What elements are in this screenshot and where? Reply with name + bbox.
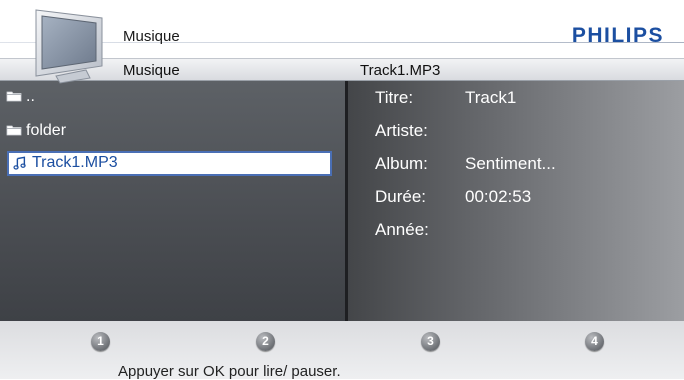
color-key-3-button[interactable]: 3 bbox=[421, 332, 440, 351]
info-key: Durée: bbox=[375, 187, 427, 206]
list-item-selected-track[interactable]: Track1.MP3 bbox=[7, 151, 332, 176]
footer-bar: 1 2 3 4 Appuyer sur OK pour lire/ pauser… bbox=[0, 321, 684, 380]
list-item-label: folder bbox=[26, 122, 67, 139]
music-note-icon bbox=[13, 156, 26, 170]
track-info-panel: Titre: Track1 Artiste: Album: Sentiment.… bbox=[348, 81, 684, 321]
folder-icon bbox=[6, 125, 22, 136]
color-key-1-button[interactable]: 1 bbox=[91, 332, 110, 351]
list-item-folder[interactable]: folder bbox=[0, 119, 345, 143]
info-key: Année: bbox=[375, 220, 429, 239]
breadcrumb-folder: Musique bbox=[123, 62, 180, 79]
tv-icon bbox=[35, 9, 103, 84]
header-title: Musique bbox=[123, 28, 180, 45]
list-item-label: Track1.MP3 bbox=[32, 154, 118, 171]
breadcrumb-file: Track1.MP3 bbox=[360, 62, 441, 79]
info-key: Titre: bbox=[375, 88, 414, 107]
brand-logo: PHILIPS bbox=[571, 24, 664, 47]
info-value: 00:02:53 bbox=[465, 187, 532, 206]
list-item-label: .. bbox=[26, 88, 35, 105]
info-key: Artiste: bbox=[375, 121, 428, 140]
color-key-4-button[interactable]: 4 bbox=[585, 332, 604, 351]
list-item-parent[interactable]: .. bbox=[0, 85, 345, 109]
file-browser: .. folder Track1.MP3 bbox=[0, 81, 345, 321]
info-key: Album: bbox=[375, 154, 428, 173]
color-key-2-button[interactable]: 2 bbox=[256, 332, 275, 351]
help-hint: Appuyer sur OK pour lire/ pauser. bbox=[118, 363, 341, 380]
folder-icon bbox=[6, 91, 22, 102]
info-value: Sentiment... bbox=[465, 154, 556, 173]
info-value: Track1 bbox=[465, 88, 517, 107]
header: Musique PHILIPS bbox=[0, 0, 684, 84]
